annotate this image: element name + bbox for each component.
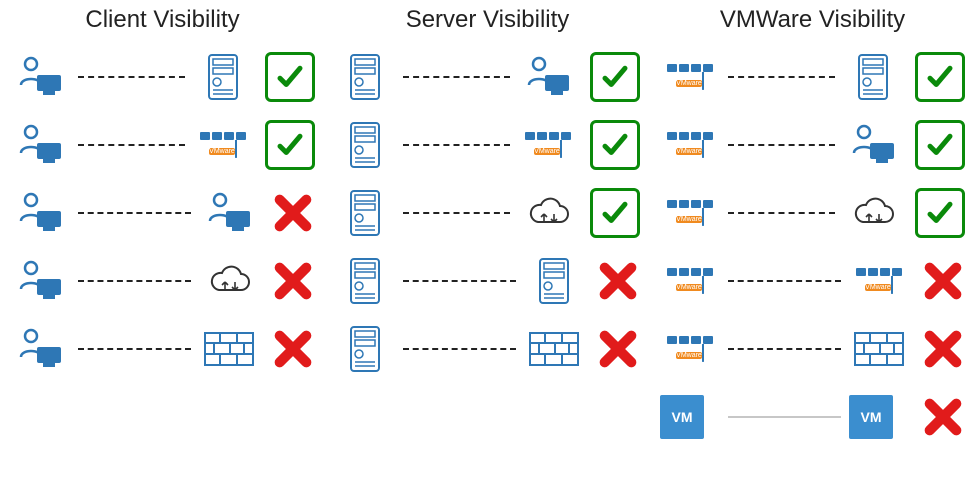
row — [335, 52, 640, 102]
server-icon — [335, 190, 395, 236]
row: VMware — [660, 188, 965, 238]
row — [10, 324, 315, 374]
connection-line — [728, 144, 835, 146]
connection-line — [728, 416, 841, 418]
status-check-icon — [265, 120, 315, 170]
client-icon — [10, 327, 70, 371]
vmware-icon: VMware — [660, 200, 720, 226]
column-title: Client Visibility — [10, 6, 315, 34]
connection-line — [403, 280, 516, 282]
connection-line — [78, 348, 191, 350]
connection-line — [403, 76, 510, 78]
client-icon — [518, 55, 578, 99]
server-icon — [335, 54, 395, 100]
connection-line — [78, 212, 191, 214]
firewall-icon — [199, 332, 259, 366]
row — [10, 188, 315, 238]
connection-line — [78, 76, 185, 78]
status-check-icon — [590, 120, 640, 170]
column-client-visibility: Client Visibility VMware — [0, 0, 325, 501]
row: VM VM — [660, 392, 965, 442]
connection-line — [78, 280, 191, 282]
status-check-icon — [590, 188, 640, 238]
row — [335, 256, 640, 306]
vmware-icon: VMware — [660, 64, 720, 90]
client-icon — [10, 259, 70, 303]
row: VMware — [660, 324, 965, 374]
client-icon — [199, 191, 259, 235]
client-icon — [10, 191, 70, 235]
connection-line — [728, 212, 835, 214]
row — [10, 52, 315, 102]
vmware-icon: VMware — [660, 336, 720, 362]
column-title: VMWare Visibility — [660, 6, 965, 34]
status-cross-icon — [921, 327, 965, 371]
status-check-icon — [915, 188, 965, 238]
vm-box-icon: VM — [849, 395, 909, 439]
status-check-icon — [915, 52, 965, 102]
client-icon — [10, 123, 70, 167]
connection-line — [728, 280, 841, 282]
client-icon — [10, 55, 70, 99]
vmware-icon: VMware — [660, 268, 720, 294]
row: VMware — [335, 120, 640, 170]
row — [335, 324, 640, 374]
server-icon — [524, 258, 584, 304]
status-cross-icon — [921, 395, 965, 439]
status-check-icon — [915, 120, 965, 170]
server-icon — [843, 54, 903, 100]
vmware-icon: VMware — [660, 132, 720, 158]
vmware-icon: VMware — [193, 132, 253, 158]
row — [10, 256, 315, 306]
server-icon — [193, 54, 253, 100]
vmware-icon: VMware — [518, 132, 578, 158]
row: VMware — [660, 120, 965, 170]
status-cross-icon — [271, 327, 315, 371]
connection-line — [78, 144, 185, 146]
connection-line — [403, 348, 516, 350]
row: VMware VMware — [660, 256, 965, 306]
cloud-icon — [199, 264, 259, 298]
cloud-icon — [843, 196, 903, 230]
server-icon — [335, 258, 395, 304]
status-check-icon — [265, 52, 315, 102]
status-check-icon — [590, 52, 640, 102]
server-icon — [335, 122, 395, 168]
client-icon — [843, 123, 903, 167]
status-cross-icon — [271, 259, 315, 303]
connection-line — [403, 144, 510, 146]
column-server-visibility: Server Visibility VMware — [325, 0, 650, 501]
connection-line — [728, 348, 841, 350]
status-cross-icon — [921, 259, 965, 303]
status-cross-icon — [596, 327, 640, 371]
connection-line — [728, 76, 835, 78]
status-cross-icon — [271, 191, 315, 235]
firewall-icon — [849, 332, 909, 366]
server-icon — [335, 326, 395, 372]
row: VMware — [10, 120, 315, 170]
firewall-icon — [524, 332, 584, 366]
status-cross-icon — [596, 259, 640, 303]
connection-line — [403, 212, 510, 214]
row: VMware — [660, 52, 965, 102]
cloud-icon — [518, 196, 578, 230]
vmware-icon: VMware — [849, 268, 909, 294]
column-vmware-visibility: VMWare Visibility VMware VMware VMware V… — [650, 0, 975, 501]
vm-box-icon: VM — [660, 395, 720, 439]
column-title: Server Visibility — [335, 6, 640, 34]
row — [335, 188, 640, 238]
visibility-diagram: Client Visibility VMware — [0, 0, 975, 501]
